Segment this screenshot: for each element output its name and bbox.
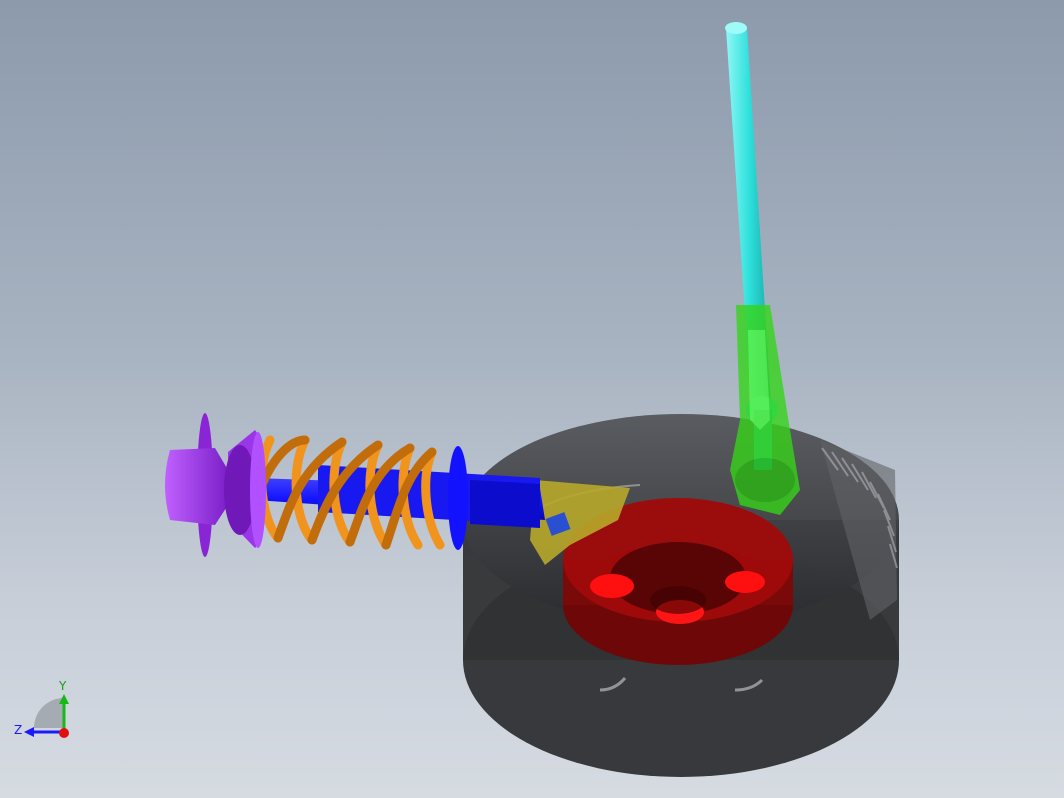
y-axis-label: Y [58, 679, 67, 693]
shock-top-mount[interactable] [165, 413, 266, 557]
ball-joint[interactable] [730, 305, 800, 515]
triad-quadrant [34, 698, 64, 728]
orientation-triad: Y Z [14, 679, 69, 738]
model-scene[interactable] [0, 0, 1064, 798]
z-axis-label: Z [14, 723, 22, 737]
x-axis-dot [59, 728, 69, 738]
z-axis-arrow [24, 727, 34, 737]
cad-viewport[interactable]: Y Z [0, 0, 1064, 798]
